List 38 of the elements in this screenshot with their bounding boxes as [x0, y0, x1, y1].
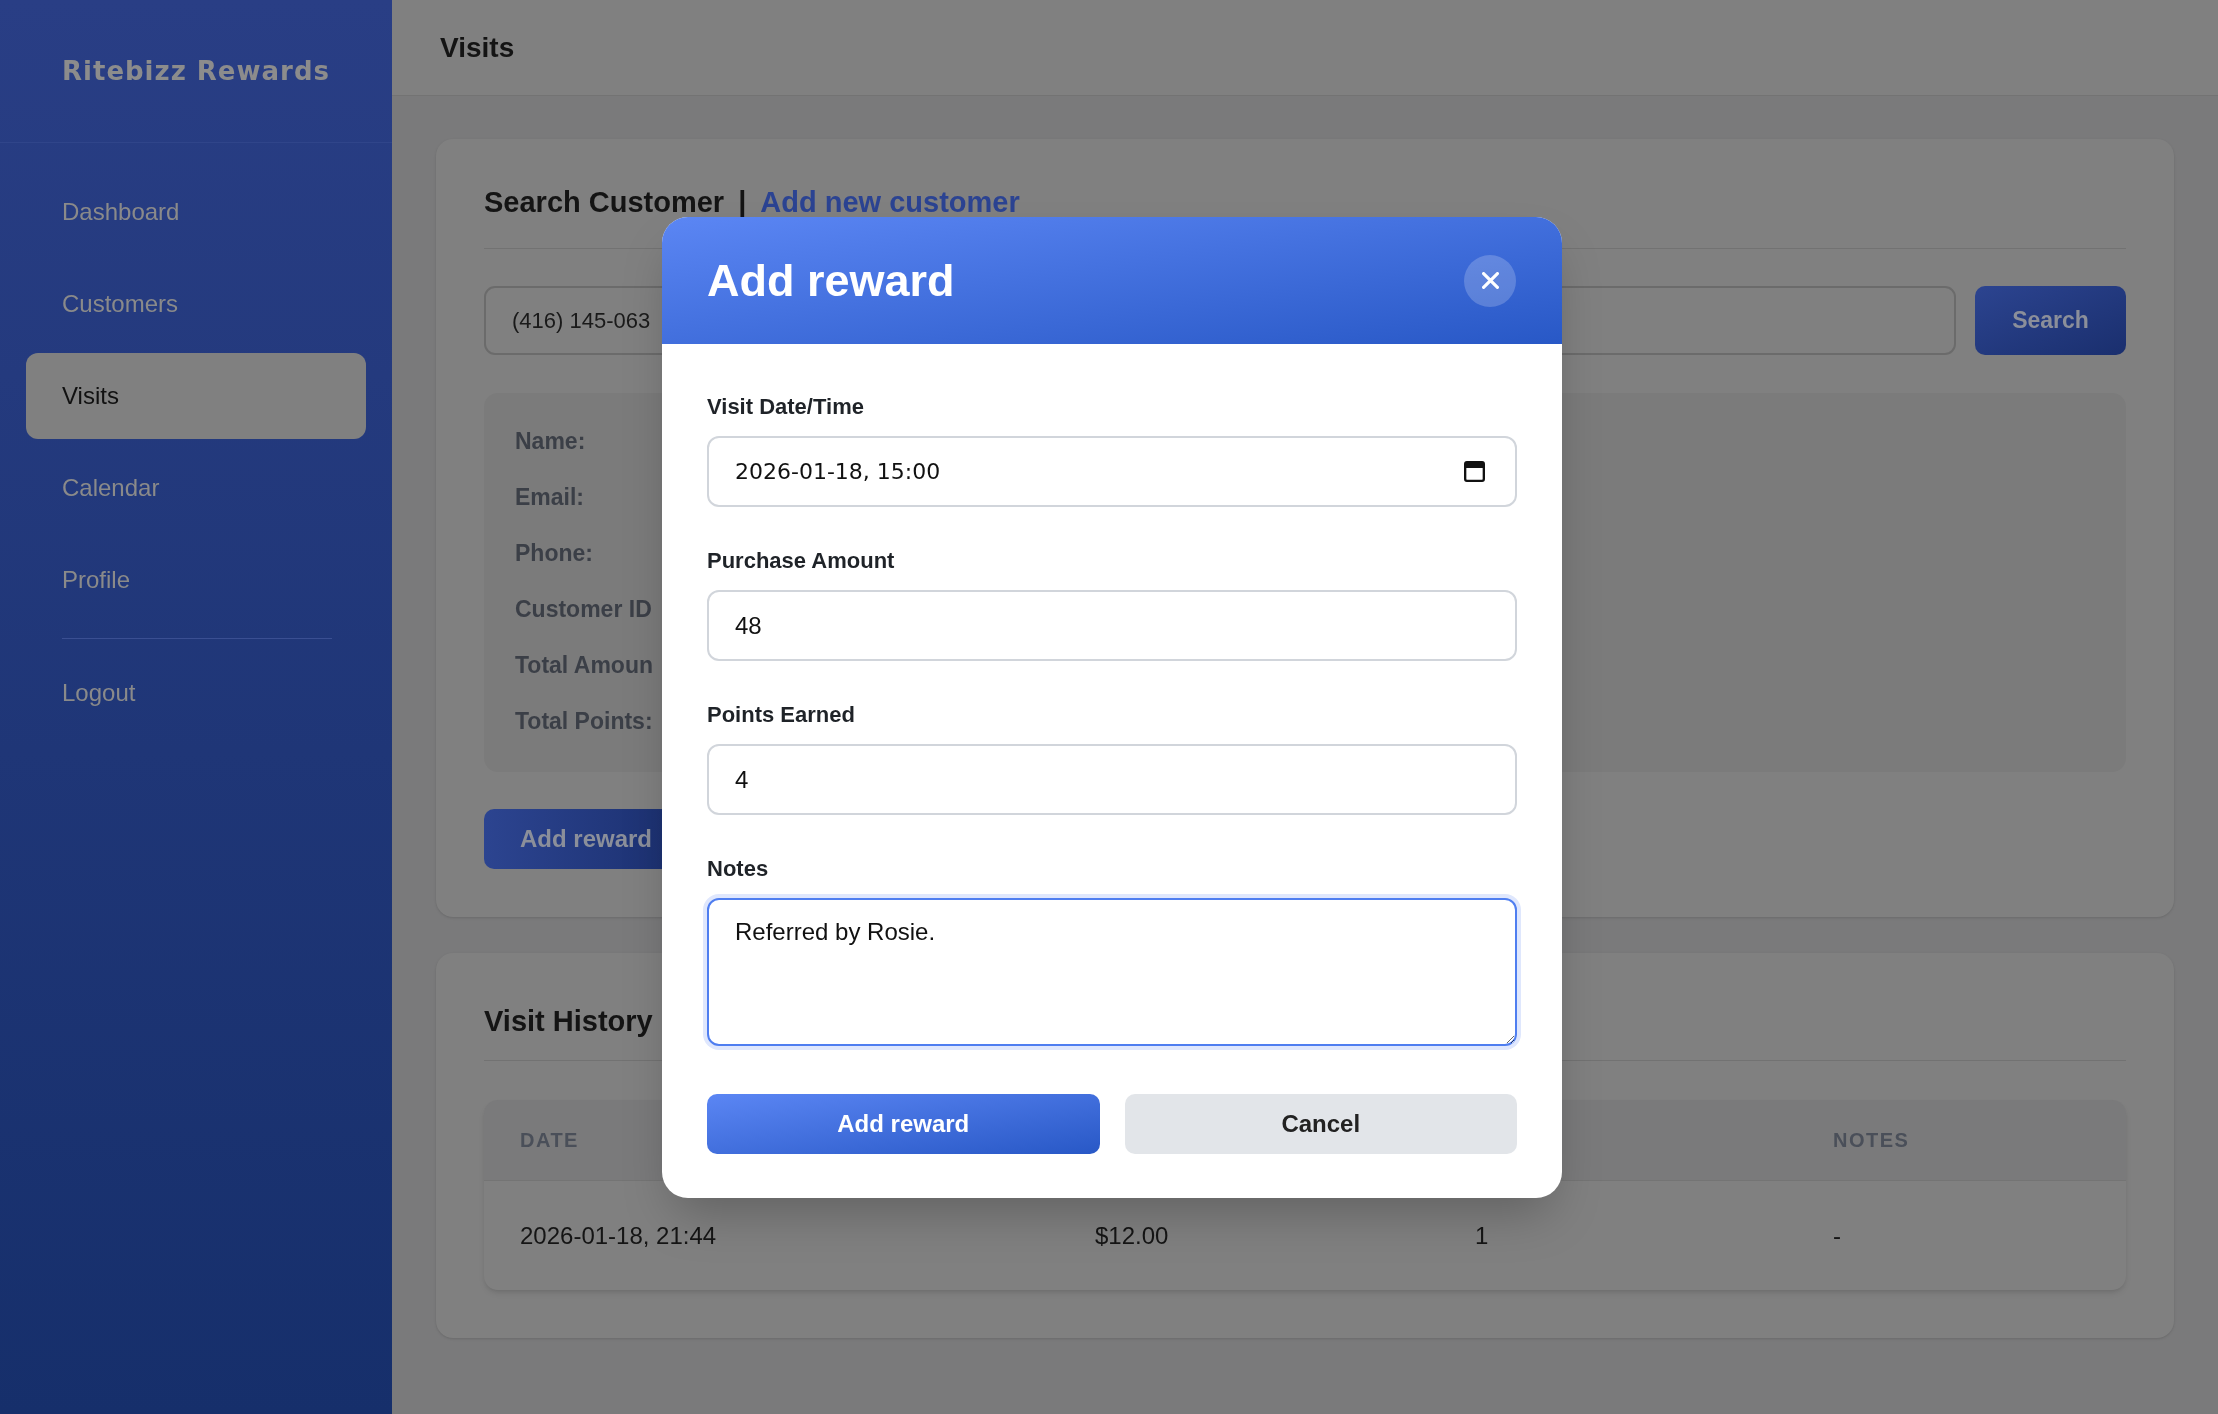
field-label: Customer ID: [515, 595, 652, 624]
form-label: Purchase Amount: [707, 548, 895, 574]
table-cell-text: $12.00: [1095, 1220, 1169, 1251]
table-cell-text: 1: [1475, 1220, 1489, 1251]
table-cell-text: -: [1833, 1220, 1841, 1251]
table-cell-text: 2026-01-18, 21:44: [520, 1220, 717, 1251]
page-title: Visits: [440, 30, 515, 65]
modal-title: Add reward: [707, 258, 955, 303]
date-time-input[interactable]: 2026-01-18, 15:00: [707, 436, 1517, 507]
field-label: Total Points:: [515, 707, 653, 736]
add-reward-button[interactable]: Add reward: [484, 809, 662, 869]
submit-button[interactable]: Add reward: [707, 1094, 1100, 1154]
search-button[interactable]: Search: [1975, 286, 2126, 355]
add-customer-link[interactable]: Add new customer: [760, 188, 1020, 216]
section-title: Visit History: [484, 1004, 653, 1038]
title-separator: |: [738, 188, 747, 216]
form-label: Visit Date/Time: [707, 394, 864, 420]
cancel-button[interactable]: Cancel: [1124, 1094, 1517, 1154]
form-label: Notes: [707, 856, 769, 882]
section-title: Search Customer: [484, 188, 725, 216]
field-label: Total Amoun: [515, 651, 653, 680]
calendar-icon[interactable]: [1464, 461, 1485, 482]
text-input[interactable]: 4: [707, 744, 1517, 815]
text-input[interactable]: 48: [707, 590, 1517, 661]
brand-name: Ritebizz Rewards: [62, 54, 330, 88]
field-label: Phone:: [515, 539, 593, 568]
form-label: Points Earned: [707, 702, 855, 728]
close-button[interactable]: [1464, 254, 1516, 307]
nav-item[interactable]: Customers: [26, 261, 366, 347]
nav-item[interactable]: Calendar: [26, 445, 366, 531]
nav-item[interactable]: Logout: [26, 650, 366, 736]
nav-item[interactable]: Visits: [26, 353, 366, 439]
nav-item[interactable]: Profile: [26, 537, 366, 623]
field-label: Email:: [515, 483, 585, 512]
notes-textarea[interactable]: Referred by Rosie.: [707, 898, 1517, 1046]
field-label: Name:: [515, 427, 586, 456]
nav-item[interactable]: Dashboard: [26, 169, 366, 255]
close-icon: [1481, 272, 1499, 289]
